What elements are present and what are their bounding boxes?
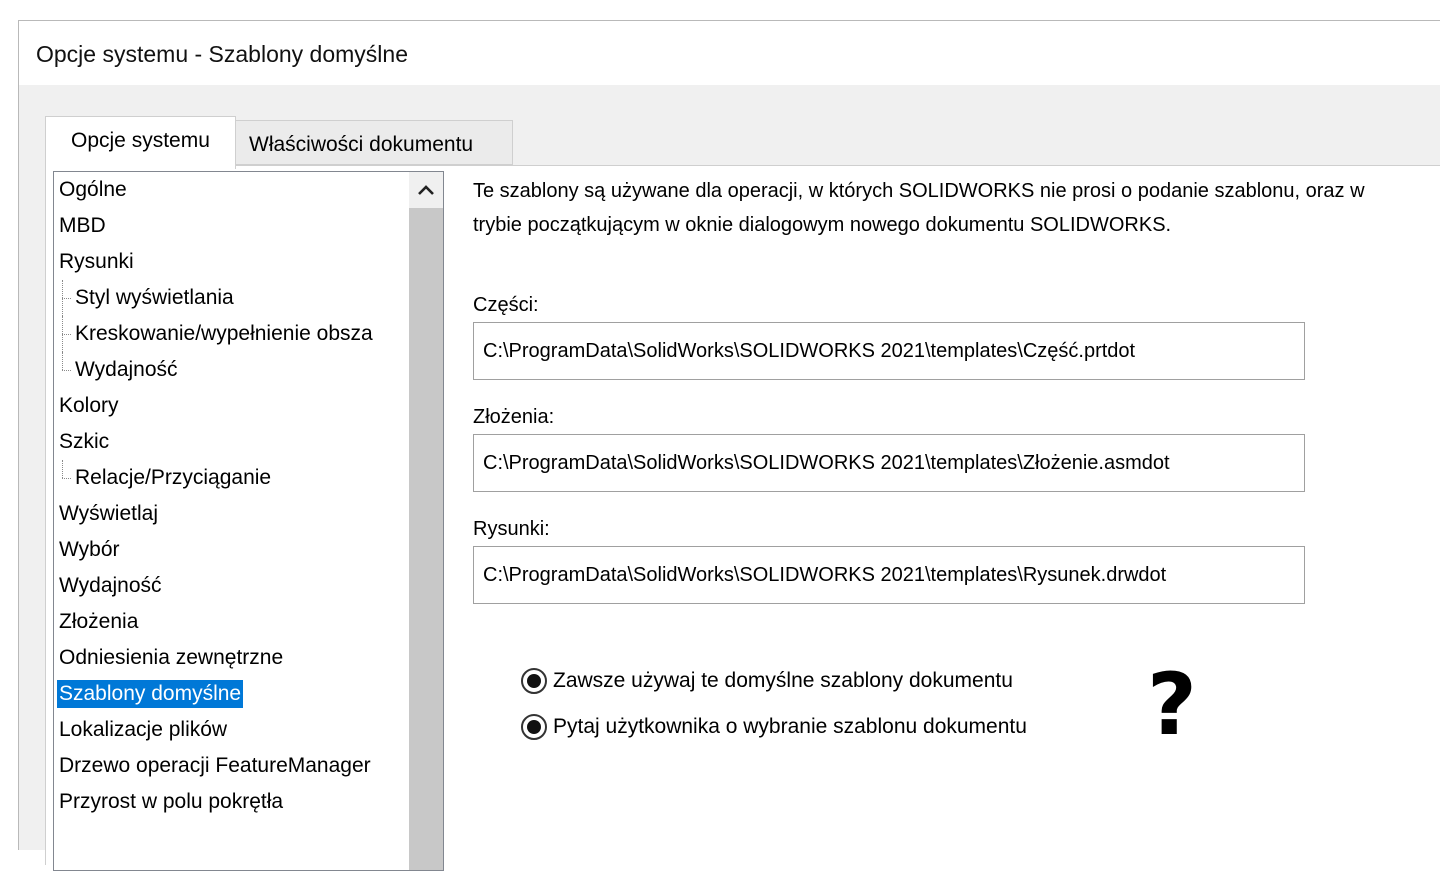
title-bar: Opcje systemu - Szablony domyślne [19, 21, 1440, 85]
assemblies-label: Złożenia: [473, 406, 555, 428]
tree-item-assemblies[interactable]: Złożenia [54, 604, 411, 640]
tree-item-file-locations[interactable]: Lokalizacje plików [54, 712, 411, 748]
tree-list: Ogólne MBD Rysunki Styl wyświetlania Kre… [54, 172, 411, 820]
tree-item-relations-snaps[interactable]: Relacje/Przyciąganie [54, 460, 411, 496]
tree-item-label: Odniesienia zewnętrzne [59, 646, 284, 669]
parts-label: Części: [473, 294, 539, 316]
tab-system-options[interactable]: Opcje systemu [45, 116, 236, 169]
tree-item-label: MBD [59, 214, 106, 237]
tree-item-label: Lokalizacje plików [59, 718, 228, 741]
tree-item-label: Złożenia [59, 610, 139, 633]
tree-item-label: Wydajność [75, 358, 178, 381]
drawings-label: Rysunki: [473, 518, 550, 540]
tree-item-label: Rysunki [59, 250, 134, 273]
tree-item-label: Styl wyświetlania [75, 286, 234, 309]
tree-item-label: Relacje/Przyciąganie [75, 466, 272, 489]
templates-pane: Te szablony są używane dla operacji, w k… [455, 166, 1440, 866]
tree-item-label: Ogólne [59, 178, 127, 201]
tree-item-drawings[interactable]: Rysunki [54, 244, 411, 280]
tab-document-properties[interactable]: Właściwości dokumentu [236, 120, 513, 165]
tab-content: Ogólne MBD Rysunki Styl wyświetlania Kre… [45, 165, 1440, 871]
tree-item-label: Kolory [59, 394, 119, 417]
tree-item-area-hatch-fill[interactable]: Kreskowanie/wypełnienie obsza [54, 316, 411, 352]
tree-item-label: Wydajność [59, 574, 162, 597]
tree-item-label: Kreskowanie/wypełnienie obsza [75, 322, 373, 345]
tree-item-label: Drzewo operacji FeatureManager [59, 754, 371, 777]
always-use-default-templates-option[interactable]: Zawsze używaj te domyślne szablony dokum… [521, 668, 1013, 694]
templates-description: Te szablony są używane dla operacji, w k… [473, 180, 1365, 236]
parts-template-path-input[interactable] [473, 322, 1305, 380]
tree-item-colors[interactable]: Kolory [54, 388, 411, 424]
tree-item-label: Szkic [59, 430, 110, 453]
options-dialog: Opcje systemu - Szablony domyślne Opcje … [18, 20, 1440, 871]
scroll-up-button[interactable] [409, 172, 443, 208]
radio-label: Pytaj użytkownika o wybranie szablonu do… [553, 715, 1027, 738]
tree-item-label: Wyświetlaj [59, 502, 158, 525]
tree-item-selection[interactable]: Wybór [54, 532, 411, 568]
radio-button[interactable] [521, 714, 547, 740]
tree-item-mbd[interactable]: MBD [54, 208, 411, 244]
tree-item-featuremanager[interactable]: Drzewo operacji FeatureManager [54, 748, 411, 784]
tree-item-external-references[interactable]: Odniesienia zewnętrzne [54, 640, 411, 676]
radio-label: Zawsze używaj te domyślne szablony dokum… [553, 669, 1013, 692]
options-tree[interactable]: Ogólne MBD Rysunki Styl wyświetlania Kre… [53, 171, 444, 871]
tree-item-default-templates[interactable]: Szablony domyślne [54, 676, 411, 712]
tree-item-label: Szablony domyślne [57, 680, 244, 708]
radio-button[interactable] [521, 668, 547, 694]
tree-item-label: Wybór [59, 538, 120, 561]
radio-dot [527, 674, 541, 688]
tree-item-sketch[interactable]: Szkic [54, 424, 411, 460]
drawings-template-path-input[interactable] [473, 546, 1305, 604]
tree-item-drawings-performance[interactable]: Wydajność [54, 352, 411, 388]
tree-item-display[interactable]: Wyświetlaj [54, 496, 411, 532]
assemblies-template-path-input[interactable] [473, 434, 1305, 492]
tree-item-label: Przyrost w polu pokrętła [59, 790, 284, 813]
tree-scrollbar[interactable] [409, 172, 443, 870]
radio-dot [527, 720, 541, 734]
question-mark: ? [1147, 655, 1197, 755]
chevron-up-icon [418, 185, 434, 195]
tree-item-display-style[interactable]: Styl wyświetlania [54, 280, 411, 316]
dialog-title: Opcje systemu - Szablony domyślne [36, 41, 408, 67]
tree-item-spin-box-increments[interactable]: Przyrost w polu pokrętła [54, 784, 411, 820]
prompt-user-select-template-option[interactable]: Pytaj użytkownika o wybranie szablonu do… [521, 714, 1027, 740]
tree-item-general[interactable]: Ogólne [54, 172, 411, 208]
tree-item-performance[interactable]: Wydajność [54, 568, 411, 604]
